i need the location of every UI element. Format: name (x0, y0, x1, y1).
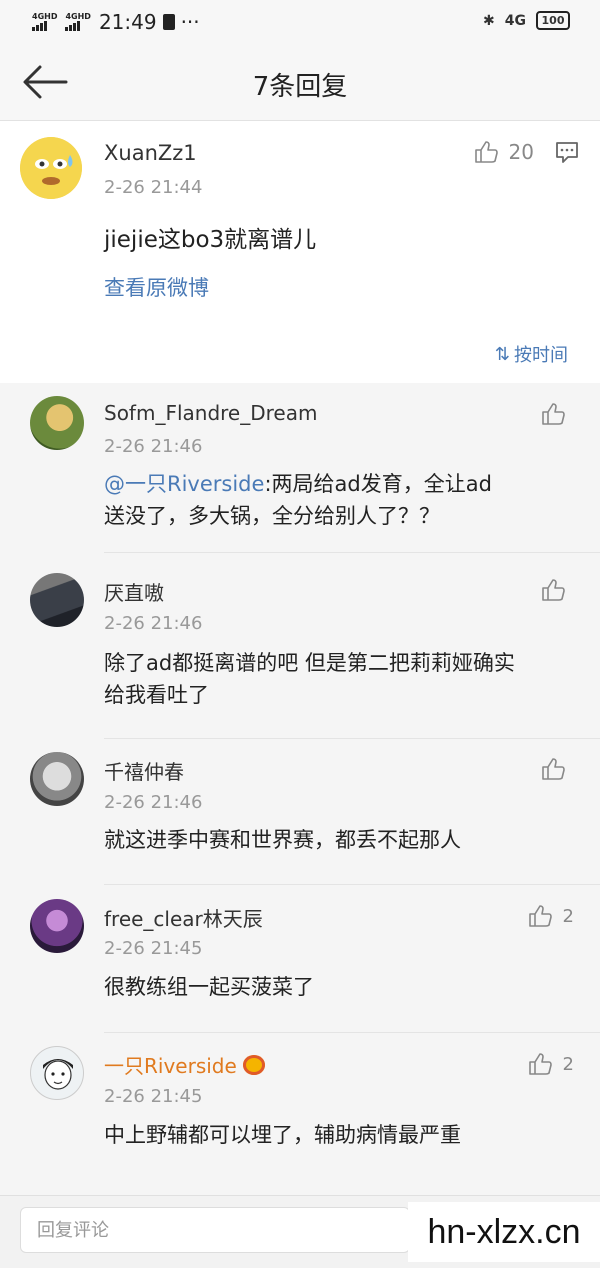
username[interactable]: XuanZz1 (104, 141, 197, 165)
notification-icon (162, 14, 175, 30)
sort-button[interactable]: ⇅ 按时间 (495, 341, 568, 367)
thumbs-up-icon (528, 1053, 552, 1075)
signal-icon: 4GHD (32, 13, 57, 31)
reply-text-line2: 送没了，多大锅，全分给别人了？？ (104, 504, 440, 528)
thumbs-up-icon (542, 579, 565, 601)
timestamp: 2-26 21:45 (104, 1086, 203, 1107)
reply-text: 很教练组一起买菠菜了 (104, 975, 314, 999)
emoji-avatar-icon (20, 137, 82, 199)
reply-text-line2: 给我看吐了 (104, 683, 209, 707)
avatar[interactable] (30, 396, 84, 450)
username[interactable]: 厌直嗷 (104, 577, 164, 606)
username[interactable]: Sofm_Flandre_Dream (104, 401, 317, 425)
username[interactable]: free_clear林天辰 (104, 903, 263, 932)
thumbs-up-icon (474, 141, 498, 163)
page-title: 7条回复 (252, 72, 348, 102)
thumbs-up-icon (542, 403, 565, 425)
timestamp: 2-26 21:45 (104, 938, 203, 959)
like-button[interactable]: 20 (473, 139, 534, 165)
like-count: 20 (508, 140, 534, 164)
like-count: 2 (562, 1053, 574, 1075)
thumbs-up-icon (528, 905, 552, 927)
sort-label: 按时间 (514, 345, 568, 366)
list-item: 厌直嗷 2-26 21:46 除了ad都挺离谱的吧 但是第二把莉莉娅确实 给我看… (0, 553, 600, 739)
like-count: 2 (562, 905, 574, 927)
status-bar: 4GHD 4GHD 21:49 ··· ✱ 4G 100 (0, 0, 600, 46)
like-button[interactable] (540, 756, 566, 782)
comment-button[interactable] (554, 139, 580, 169)
timestamp: 2-26 21:44 (104, 177, 203, 198)
avatar[interactable] (20, 137, 82, 199)
like-button[interactable] (540, 401, 566, 427)
reply-text: @一只Riverside:两局给ad发育，全让ad (104, 472, 492, 496)
clock: 21:49 (98, 10, 157, 34)
username[interactable]: 一只Riverside (104, 1050, 265, 1079)
battery-icon: 100 (536, 11, 570, 30)
mention-link[interactable]: @一只Riverside (104, 472, 264, 496)
sort-icon: ⇅ (494, 343, 510, 365)
main-comment: XuanZz1 2-26 21:44 20 jiejie这bo3就离谱儿 查看原… (0, 121, 600, 383)
reply-text: 除了ad都挺离谱的吧 但是第二把莉莉娅确实 (104, 651, 515, 675)
list-item: Sofm_Flandre_Dream 2-26 21:46 @一只Riversi… (0, 383, 600, 553)
signal-icon: 4GHD (65, 13, 91, 31)
avatar[interactable] (30, 899, 84, 953)
crown-badge-icon (242, 1054, 265, 1075)
like-button[interactable]: 2 (527, 1051, 574, 1077)
watermark: hn-xlzx.cn (408, 1202, 600, 1262)
list-item: 一只Riverside 2-26 21:45 2 中上野辅都可以埋了，辅助病情最… (0, 1033, 600, 1195)
nav-bar: 7条回复 (0, 46, 600, 121)
cartoon-avatar-icon (43, 1059, 73, 1090)
avatar[interactable] (30, 752, 84, 806)
like-button[interactable] (540, 577, 566, 603)
list-item: free_clear林天辰 2-26 21:45 2 很教练组一起买菠菜了 (0, 885, 600, 1033)
comment-icon (556, 142, 578, 163)
timestamp: 2-26 21:46 (104, 792, 203, 813)
avatar[interactable] (30, 1046, 84, 1100)
reply-text: 中上野辅都可以埋了，辅助病情最严重 (104, 1123, 461, 1147)
timestamp: 2-26 21:46 (104, 613, 203, 634)
like-button[interactable]: 2 (527, 903, 574, 929)
more-indicator: ··· (180, 10, 200, 34)
thumbs-up-icon (542, 758, 565, 780)
list-item: 千禧仲春 2-26 21:46 就这进季中赛和世界赛，都丢不起那人 (0, 739, 600, 885)
timestamp: 2-26 21:46 (104, 436, 203, 457)
bluetooth-icon: ✱ (483, 12, 495, 29)
avatar[interactable] (30, 573, 84, 627)
network-label: 4G (504, 12, 526, 29)
reply-input[interactable]: 回复评论 (20, 1207, 410, 1253)
view-original-link[interactable]: 查看原微博 (104, 271, 209, 305)
username[interactable]: 千禧仲春 (104, 756, 184, 785)
reply-text: 就这进季中赛和世界赛，都丢不起那人 (104, 828, 461, 852)
comment-text: jiejie这bo3就离谱儿 (104, 227, 317, 253)
